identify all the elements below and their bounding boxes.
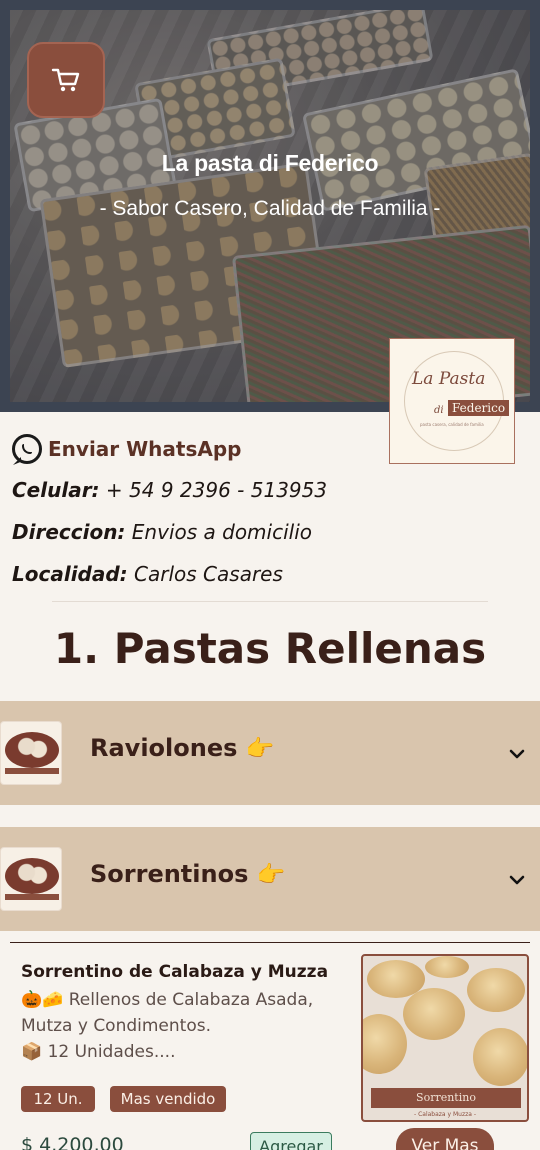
address-value: Envios a domicilio: [131, 520, 313, 544]
see-more-button[interactable]: Ver Mas: [396, 1128, 494, 1150]
category-label: Sorrentinos 👉: [90, 860, 286, 888]
city-value: Carlos Casares: [134, 562, 283, 586]
product-price: $ 4.200,00: [21, 1134, 124, 1150]
badge-units: 12 Un.: [21, 1086, 95, 1112]
product-name: Sorrentino de Calabaza y Muzza: [21, 962, 329, 982]
category-label: Raviolones 👉: [90, 734, 275, 762]
box-icon: 📦: [21, 1042, 43, 1062]
city-line: Localidad: Carlos Casares: [12, 562, 283, 586]
product-image[interactable]: Sorrentino - Calabaza y Muzza -: [361, 954, 529, 1122]
logo-name: Federico: [448, 400, 510, 416]
category-raviolones[interactable]: Raviolones 👉: [0, 701, 540, 805]
product-image-sublabel: - Calabaza y Muzza -: [414, 1111, 476, 1118]
cart-button[interactable]: [27, 42, 105, 118]
pumpkin-cheese-icon: 🎃🧀: [21, 990, 64, 1010]
pointing-hand-icon: 👉: [245, 736, 275, 762]
cart-icon: [51, 68, 80, 92]
divider: [52, 601, 488, 602]
store-tagline: - Sabor Casero, Calidad de Familia -: [99, 197, 441, 220]
category-thumbnail: [0, 847, 62, 911]
chevron-down-icon[interactable]: [508, 745, 526, 763]
phone-value: + 54 9 2396 - 513953: [105, 478, 328, 502]
product-description: 🎃🧀 Rellenos de Calabaza Asada, Mutza y C…: [21, 990, 314, 1062]
city-label: Localidad:: [12, 562, 128, 586]
whatsapp-icon: [12, 434, 42, 464]
logo-script: La Pasta: [412, 369, 486, 389]
chevron-down-icon[interactable]: [508, 871, 526, 889]
whatsapp-label: Enviar WhatsApp: [48, 437, 242, 461]
phone-line: Celular: + 54 9 2396 - 513953: [12, 478, 327, 502]
phone-label: Celular:: [12, 478, 100, 502]
add-to-cart-button[interactable]: Agregar: [250, 1132, 332, 1150]
badge-best-seller: Mas vendido: [110, 1086, 226, 1112]
whatsapp-link[interactable]: Enviar WhatsApp: [12, 432, 242, 466]
product-image-label: Sorrentino: [371, 1088, 521, 1108]
category-thumbnail: [0, 721, 62, 785]
contact-info: Enviar WhatsApp: [12, 432, 242, 466]
store-logo: La Pasta di Federico pasta casera, calid…: [389, 338, 515, 464]
address-label: Direccion:: [12, 520, 126, 544]
logo-di: di: [434, 405, 444, 416]
address-line: Direccion: Envios a domicilio: [12, 520, 312, 544]
section-title: 1. Pastas Rellenas: [53, 624, 487, 673]
items-divider: [10, 942, 530, 943]
pointing-hand-icon: 👉: [256, 862, 286, 888]
logo-small-text: pasta casera, calidad de familia: [420, 422, 484, 427]
store-title: La pasta di Federico: [161, 150, 379, 176]
category-sorrentinos[interactable]: Sorrentinos 👉: [0, 827, 540, 931]
